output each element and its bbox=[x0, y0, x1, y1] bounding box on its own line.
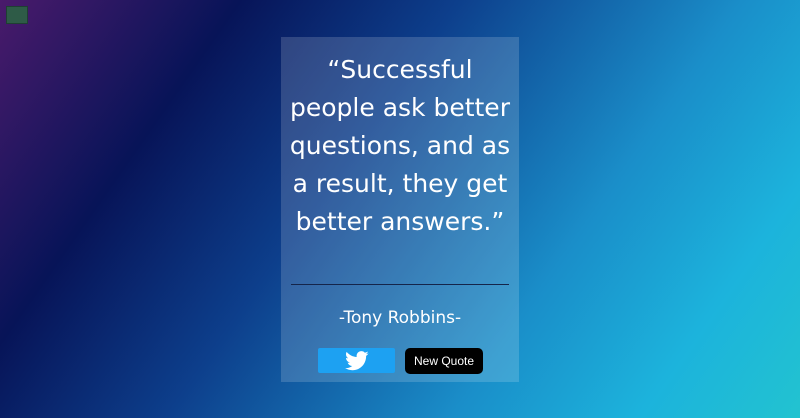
twitter-icon bbox=[344, 350, 369, 370]
quote-author: -Tony Robbins- bbox=[338, 308, 462, 328]
quote-card: “Successful people ask better questions,… bbox=[281, 37, 519, 382]
corner-thumbnail bbox=[6, 6, 28, 24]
quote-text: “Successful people ask better questions,… bbox=[289, 55, 511, 236]
tweet-quote-button[interactable] bbox=[318, 348, 395, 373]
divider bbox=[291, 284, 509, 285]
new-quote-button[interactable]: New Quote bbox=[405, 348, 483, 374]
